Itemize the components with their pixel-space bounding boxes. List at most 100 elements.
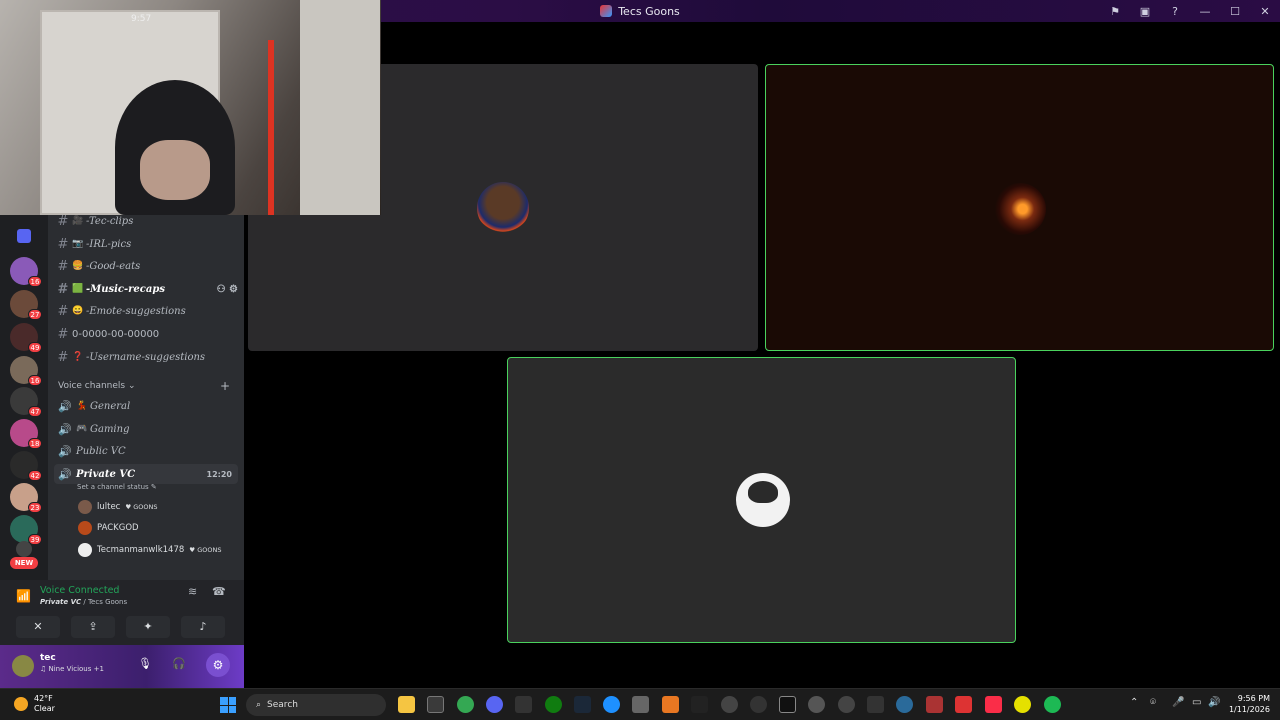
voice-channel-private-vc[interactable]: 🔊 Private VC 12:20 (54, 464, 238, 484)
chrome-icon[interactable] (457, 696, 474, 713)
start-button[interactable] (220, 697, 236, 713)
voice-channel-name: Private VC (76, 468, 136, 480)
channel-username-suggestions[interactable]: # ❓ -Username-suggestions (54, 347, 238, 367)
minimize-button[interactable]: — (1190, 5, 1220, 18)
file-explorer-icon[interactable] (398, 696, 415, 713)
channel-good-eats[interactable]: # 🍔 -Good-eats (54, 256, 238, 276)
taskbar: 42°F Clear ⌕ Search ⌃ ⌾ 🎤 ▭ 🔊 9:56 PM 1/1… (0, 688, 1280, 720)
help-icon[interactable]: ? (1160, 5, 1190, 18)
server-icon[interactable]: 16 (10, 257, 42, 287)
server-icon[interactable]: 49 (10, 323, 42, 353)
channel-name: -Good-eats (86, 260, 141, 272)
channel-emote-suggestions[interactable]: # 😀 -Emote-suggestions (54, 301, 238, 321)
disconnect-icon[interactable]: ☎ (212, 585, 226, 598)
channel-music-recaps[interactable]: # 🟩 -Music-recaps ⚇ ⚙ (54, 279, 238, 299)
app-icon[interactable] (1014, 696, 1031, 713)
person-face (140, 140, 210, 200)
voice-channel-gaming[interactable]: 🔊 🎮 Gaming (54, 419, 238, 439)
search-icon: ⌕ (256, 700, 262, 710)
video-tile-user-3-speaking[interactable] (507, 357, 1016, 643)
speaker-icon: 🔊 (58, 422, 72, 436)
weather-widget[interactable]: 42°F Clear (14, 694, 55, 714)
headphones-icon[interactable]: 🎧 (172, 657, 186, 670)
volume-icon[interactable]: 🔊 (1208, 697, 1220, 708)
screen-share-icon[interactable]: ▣ (1130, 5, 1160, 18)
server-icon[interactable]: 39 (10, 515, 42, 545)
avatar (78, 500, 92, 514)
voice-member[interactable]: Tecmanmanwlk1478 ♥ GOONS (78, 542, 221, 558)
invite-settings-icons[interactable]: ⚇ ⚙ (217, 284, 238, 295)
music-icon[interactable] (985, 696, 1002, 713)
server-icon[interactable]: 18 (10, 419, 42, 449)
voice-member[interactable]: PACKGOD (78, 520, 139, 536)
server-logo-icon (600, 5, 613, 17)
app-icon[interactable] (515, 696, 532, 713)
browser-icon[interactable] (603, 696, 620, 713)
app-icon[interactable] (691, 696, 708, 713)
server-icon[interactable] (16, 541, 32, 557)
channel-unknown[interactable]: # 0-0000-00-00000 (54, 324, 238, 344)
member-name: lultec (97, 502, 121, 512)
dm-icon[interactable] (17, 229, 31, 243)
server-icon[interactable]: 16 (10, 356, 42, 386)
app-icon[interactable] (750, 696, 767, 713)
hash-icon: # (57, 258, 69, 274)
settings-gear-icon[interactable]: ⚙ (206, 653, 230, 677)
chevron-up-icon[interactable]: ⌃ (1130, 697, 1138, 708)
voice-server-label: / Tecs Goons (81, 598, 128, 606)
app-icon[interactable] (896, 696, 913, 713)
search-label: Search (267, 700, 298, 710)
voice-channel-public-vc[interactable]: 🔊 Public VC (54, 441, 238, 461)
user-name: tec (40, 653, 56, 663)
server-icon[interactable]: 42 (10, 451, 42, 481)
display-icon[interactable]: ▭ (1192, 697, 1201, 708)
store-icon[interactable] (427, 696, 444, 713)
network-icon[interactable]: ⌾ (1150, 697, 1156, 708)
channel-emoji: 📷 (72, 239, 84, 249)
app-icon[interactable] (721, 696, 738, 713)
set-channel-status[interactable]: Set a channel status ✎ (77, 483, 157, 491)
voice-channel-label: Private VC (40, 598, 82, 606)
app-icon[interactable] (662, 696, 679, 713)
steam-icon[interactable] (574, 696, 591, 713)
microphone-tray-icon[interactable]: 🎤 (1172, 697, 1184, 708)
speaker-icon: 🔊 (58, 444, 72, 458)
discord-icon[interactable] (486, 696, 503, 713)
microphone-icon[interactable]: 🎙 (138, 657, 152, 670)
noise-suppression-icon[interactable]: ≋ (188, 585, 197, 598)
taskbar-search[interactable]: ⌕ Search (246, 694, 386, 716)
maximize-button[interactable]: ☐ (1220, 5, 1250, 18)
voice-member[interactable]: lultec ♥ GOONS (78, 499, 158, 515)
inbox-icon[interactable]: ⚑ (1100, 5, 1130, 18)
soundboard-button[interactable]: ♪ (181, 616, 225, 638)
screen-share-button[interactable]: ⇪ (71, 616, 115, 638)
taskbar-clock[interactable]: 9:56 PM 1/11/2026 (1222, 693, 1270, 715)
voice-channel-general[interactable]: 🔊 💃 General (54, 396, 238, 416)
close-button[interactable]: ✕ (1250, 5, 1280, 18)
app-icon[interactable] (926, 696, 943, 713)
activities-button[interactable]: ✦ (126, 616, 170, 638)
voice-channel-info[interactable]: Private VC / Tecs Goons (40, 598, 127, 606)
app-icon[interactable] (867, 696, 884, 713)
app-icon[interactable] (632, 696, 649, 713)
clock-time: 9:56 PM (1237, 694, 1270, 703)
video-tile-user-2-speaking[interactable] (765, 64, 1274, 351)
weather-condition: Clear (34, 704, 55, 713)
channel-emoji: 🎥 (72, 216, 84, 226)
spotify-icon[interactable] (1044, 696, 1061, 713)
app-icon[interactable] (955, 696, 972, 713)
server-icon[interactable]: 27 (10, 290, 42, 320)
add-channel-button[interactable]: + (220, 379, 230, 393)
voice-category[interactable]: Voice channels ⌄ (58, 381, 136, 391)
app-icon[interactable] (838, 696, 855, 713)
app-icon[interactable] (779, 696, 796, 713)
app-icon[interactable] (808, 696, 825, 713)
user-avatar[interactable] (12, 655, 34, 677)
server-icon[interactable]: 47 (10, 387, 42, 417)
server-icon[interactable]: 23 (10, 483, 42, 513)
camera-button[interactable]: ✕ (16, 616, 60, 638)
channel-irl-pics[interactable]: # 📷 -IRL-pics (54, 234, 238, 254)
channel-emoji: 😀 (72, 306, 84, 316)
window-controls: ⚑ ▣ ? — ☐ ✕ (1100, 0, 1280, 22)
xbox-icon[interactable] (545, 696, 562, 713)
